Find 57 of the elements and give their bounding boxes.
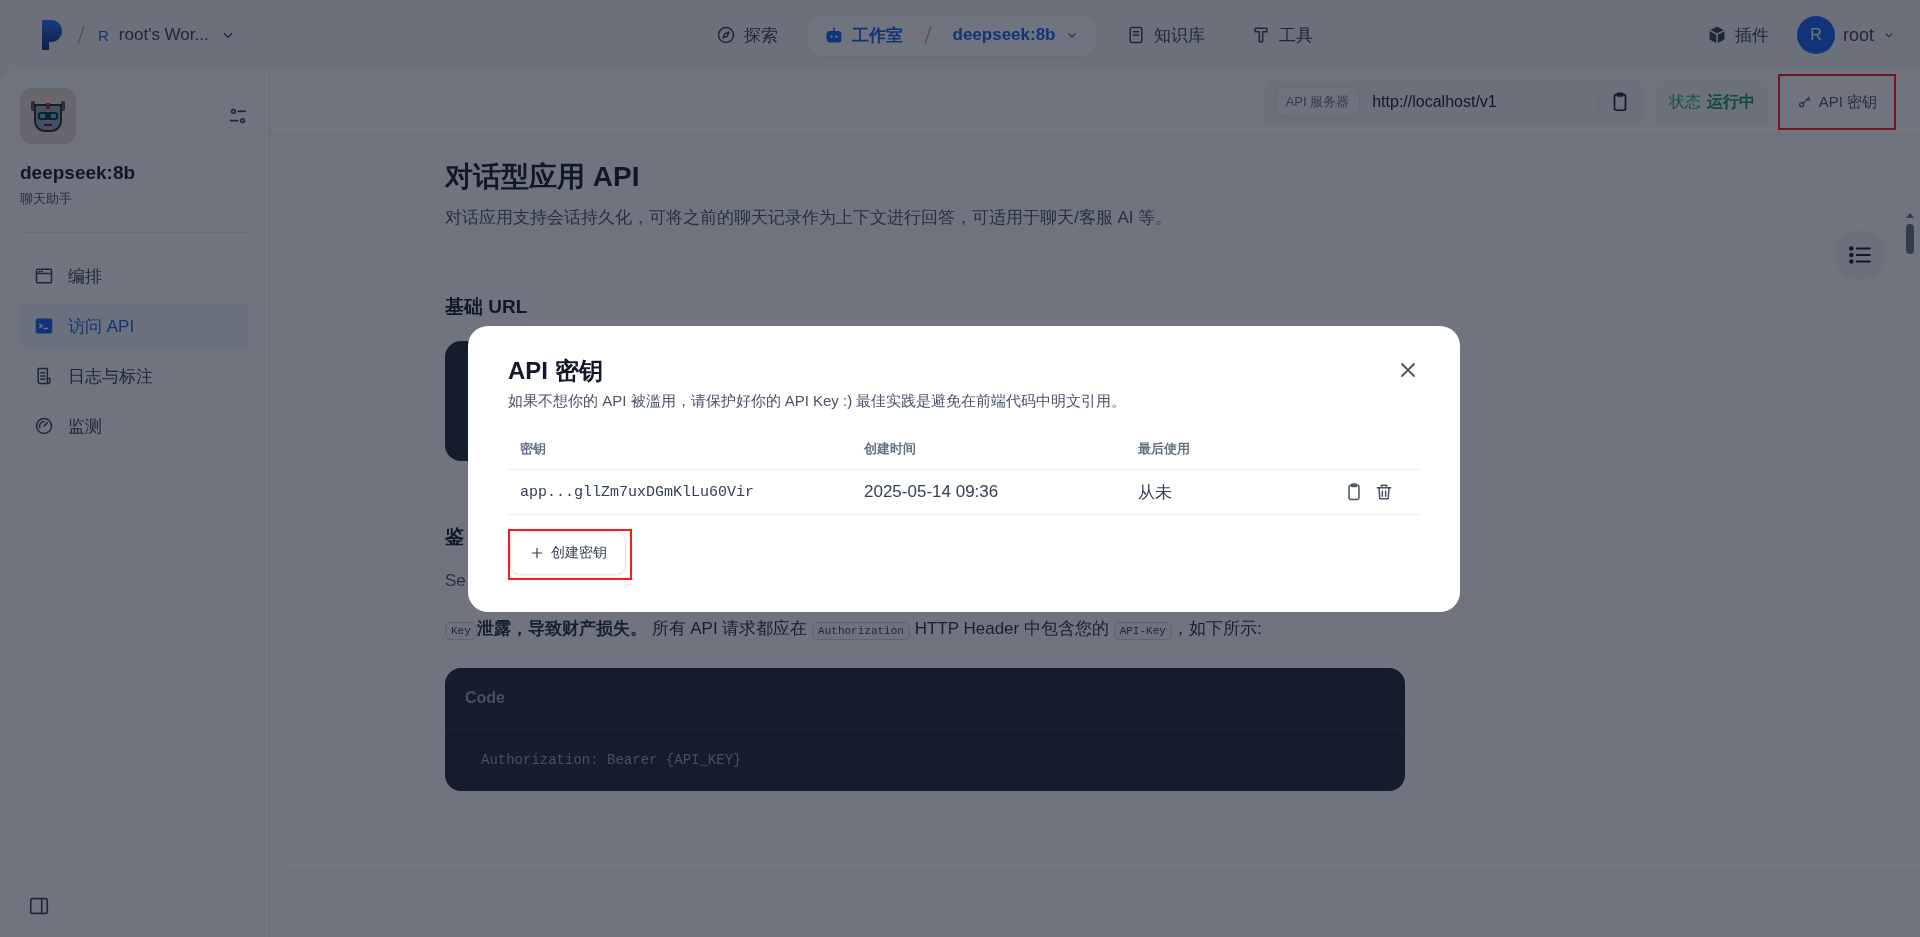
user-avatar: R (1796, 16, 1835, 54)
column-header: 创建时间 (852, 429, 1126, 470)
app-type: 聊天助手 (20, 190, 73, 208)
gauge-icon (34, 416, 54, 436)
api-key-button[interactable]: API 密钥 (1784, 80, 1889, 124)
sidebar-label: 编排 (68, 265, 102, 288)
document-icon (34, 366, 54, 386)
nav-tab[interactable]: 知识库 (1109, 14, 1221, 56)
workspace-avatar: R (98, 26, 109, 44)
create-key-button[interactable]: 创建密钥 (510, 531, 626, 575)
paragraph: Se (445, 570, 467, 592)
plus-icon (529, 545, 545, 561)
sidebar-item[interactable]: 访问 API (20, 303, 249, 349)
key-icon (1796, 94, 1813, 110)
nav-tab[interactable]: 探索 (699, 14, 794, 56)
logo-icon[interactable] (40, 18, 64, 52)
sidebar-item[interactable]: 监测 (20, 403, 249, 449)
dialog-title: API 密钥 (508, 356, 603, 386)
table-cell: 从未 (1126, 469, 1263, 515)
app-name[interactable]: deepseek:8b (952, 25, 1056, 45)
plugins-label: 插件 (1734, 24, 1769, 47)
terminal-icon (34, 316, 54, 336)
workspace-name: root's Wor... (118, 25, 209, 45)
plugins-link[interactable]: 插件 (1706, 23, 1769, 47)
slash-icon (76, 24, 86, 46)
column-header: 密钥 (508, 429, 852, 470)
slash-icon (922, 24, 933, 46)
status-value: 运行中 (1706, 91, 1755, 112)
app-name: deepseek:8b (20, 162, 137, 184)
page-title: 对话型应用 API (445, 160, 641, 194)
studio-label: 工作室 (851, 24, 903, 47)
column-header: 最后使用 (1126, 429, 1263, 470)
sidebar-label: 日志与标注 (68, 365, 153, 388)
studio-tab[interactable]: 工作室 deepseek:8b (807, 14, 1096, 56)
sidebar-label: 访问 API (68, 315, 135, 338)
layout-icon (34, 266, 54, 286)
section-heading: 鉴 (445, 525, 465, 549)
table-cell: app...gllZm7uxDGmKlLu60Vir (508, 469, 852, 515)
paragraph: Key 泄露，导致财产损失。 所有 API 请求都应在 Authorization HTTP Header 中包含您的 API-Key ，如下所示: (445, 616, 1405, 644)
user-menu[interactable]: R root (1796, 16, 1896, 54)
sidebar-item[interactable]: 日志与标注 (20, 353, 249, 399)
api-server-field[interactable]: API 服务器 http://localhost/v1 (1262, 79, 1643, 125)
server-url: http://localhost/v1 (1372, 93, 1498, 111)
user-name: root (1842, 24, 1874, 46)
nav-tab[interactable]: 工具 (1234, 14, 1329, 56)
trash-icon[interactable] (1374, 482, 1394, 502)
sidebar-item[interactable]: 编排 (20, 253, 249, 299)
compass-icon (715, 25, 736, 45)
status-label: 状态 (1668, 91, 1701, 112)
table-cell: 2025-05-14 09:36 (852, 469, 1126, 515)
dialog-description: 如果不想你的 API 被滥用，请保护好你的 API Key :) 最佳实践是避免在前端代码中明文引用。 (508, 392, 1128, 411)
sidebar-label: 监测 (68, 415, 102, 438)
server-label: API 服务器 (1274, 87, 1361, 117)
section-heading: 基础 URL (445, 295, 529, 319)
sidebar-toggle-icon[interactable] (28, 895, 50, 917)
workspace-selector[interactable]: R root's Wor... (98, 25, 237, 45)
page-description: 对话应用支持会话持久化，可将之前的聊天记录作为上下文进行回答，可适用于聊天/客服 AI 等。 (445, 207, 1174, 229)
